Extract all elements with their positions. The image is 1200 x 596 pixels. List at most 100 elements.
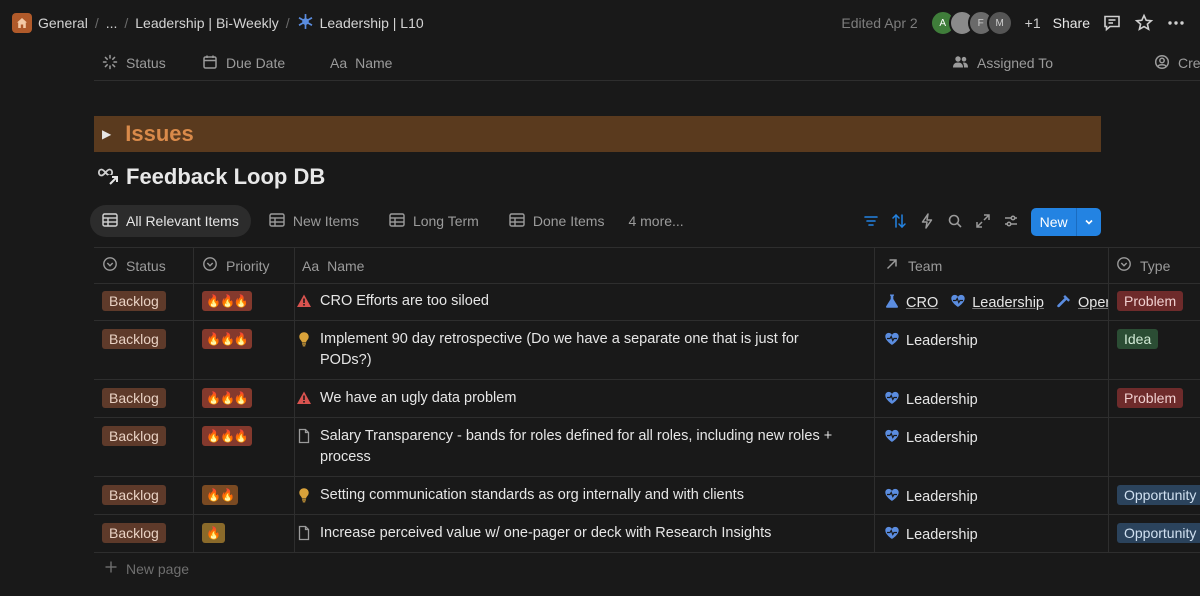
type-badge[interactable]: Opportunity — [1117, 523, 1200, 543]
type-badge[interactable]: Idea — [1117, 329, 1159, 349]
team-link[interactable]: Leadership — [972, 295, 1044, 311]
team-link[interactable]: Leadership — [906, 392, 978, 408]
row-name-text: Setting communication standards as org i… — [320, 487, 744, 503]
tab-all-relevant-items[interactable]: All Relevant Items — [90, 205, 251, 237]
team-link[interactable]: Leadership — [906, 333, 978, 349]
more-options-icon[interactable] — [1166, 13, 1186, 33]
team-link[interactable]: Leadership — [906, 527, 978, 543]
new-button[interactable]: New — [1031, 208, 1101, 236]
filter-icon[interactable] — [862, 212, 880, 233]
breadcrumb-bi-weekly[interactable]: Leadership | Bi-Weekly — [135, 15, 278, 31]
share-button[interactable]: Share — [1053, 15, 1090, 31]
priority-badge[interactable]: 🔥🔥🔥 — [202, 291, 252, 311]
table-row[interactable]: Backlog 🔥🔥 Setting communication standar… — [94, 477, 1200, 515]
prop-assigned-to[interactable]: Assigned To — [952, 46, 1053, 80]
priority-badge[interactable]: 🔥🔥🔥 — [202, 329, 252, 349]
type-badge[interactable]: Opportunity — [1117, 485, 1200, 505]
sort-icon[interactable] — [890, 212, 908, 233]
hammer-icon — [1056, 293, 1072, 313]
prop-due-date[interactable]: Due Date — [202, 46, 285, 80]
toggle-triangle-icon[interactable]: ▶ — [102, 127, 111, 141]
team-cell[interactable]: CRO Leadership Oper — [884, 292, 1108, 313]
team-cell[interactable]: Leadership — [884, 524, 1108, 545]
user-circle-icon — [1154, 54, 1170, 73]
row-name[interactable]: Setting communication standards as org i… — [296, 485, 846, 510]
automation-bolt-icon[interactable] — [918, 212, 936, 233]
table-icon — [389, 212, 405, 230]
team-link[interactable]: Leadership — [906, 430, 978, 446]
tab-new-items[interactable]: New Items — [257, 205, 371, 237]
priority-badge[interactable]: 🔥🔥🔥 — [202, 388, 252, 408]
star-icon[interactable] — [1134, 13, 1154, 33]
tab-done-items[interactable]: Done Items — [497, 205, 617, 237]
team-cell[interactable]: Leadership — [884, 330, 1108, 351]
tab-long-term[interactable]: Long Term — [377, 205, 491, 237]
team-link[interactable]: Oper — [1078, 295, 1108, 311]
status-badge[interactable]: Backlog — [102, 426, 166, 446]
team-link[interactable]: Leadership — [906, 489, 978, 505]
calendar-icon — [202, 54, 218, 73]
column-header-status[interactable]: Status — [102, 248, 166, 283]
row-name[interactable]: Salary Transparency - bands for roles de… — [296, 426, 846, 468]
table-row[interactable]: Backlog 🔥 Increase perceived value w/ on… — [94, 515, 1200, 553]
database-title[interactable]: Feedback Loop DB — [96, 162, 325, 192]
issues-toggle-heading[interactable]: ▶ Issues — [94, 116, 1101, 152]
row-name[interactable]: CRO Efforts are too siloed — [296, 291, 846, 316]
status-badge[interactable]: Backlog — [102, 291, 166, 311]
team-cell[interactable]: Leadership — [884, 427, 1108, 448]
breadcrumb-general[interactable]: General — [12, 13, 88, 33]
row-name[interactable]: Implement 90 day retrospective (Do we ha… — [296, 329, 846, 371]
page-properties-bar: Status Due Date Aa Name Assigned To Cre — [94, 46, 1200, 81]
prop-name[interactable]: Aa Name — [330, 46, 392, 80]
column-header-priority[interactable]: Priority — [202, 248, 270, 283]
status-badge[interactable]: Backlog — [102, 388, 166, 408]
prop-name-label: Name — [355, 55, 393, 71]
comments-icon[interactable] — [1102, 13, 1122, 33]
table-icon — [509, 212, 525, 230]
priority-badge[interactable]: 🔥🔥 — [202, 485, 238, 505]
more-collaborators[interactable]: +1 — [1025, 15, 1041, 31]
heart-pulse-icon — [950, 293, 966, 313]
avatar-group[interactable]: A F M — [929, 10, 1013, 36]
type-badge[interactable]: Problem — [1117, 388, 1184, 408]
table-row[interactable]: Backlog 🔥🔥🔥 We have an ugly data problem… — [94, 380, 1200, 418]
table-row[interactable]: Backlog 🔥🔥🔥 Implement 90 day retrospecti… — [94, 321, 1200, 380]
team-cell[interactable]: Leadership — [884, 486, 1108, 507]
prop-created[interactable]: Cre — [1154, 46, 1200, 80]
expand-icon[interactable] — [974, 212, 992, 233]
select-circle-icon — [102, 256, 118, 275]
home-icon — [12, 13, 32, 33]
row-name-text: Increase perceived value w/ one-pager or… — [320, 525, 772, 541]
row-name[interactable]: Increase perceived value w/ one-pager or… — [296, 523, 846, 548]
status-badge[interactable]: Backlog — [102, 523, 166, 543]
settings-sliders-icon[interactable] — [1002, 212, 1020, 233]
breadcrumb-separator: / — [124, 15, 129, 31]
team-cell[interactable]: Leadership — [884, 389, 1108, 410]
table-row[interactable]: Backlog 🔥🔥🔥 Salary Transparency - bands … — [94, 418, 1200, 477]
avatar[interactable]: M — [986, 10, 1013, 36]
more-views-button[interactable]: 4 more... — [622, 213, 683, 229]
priority-badge[interactable]: 🔥 — [202, 523, 225, 543]
status-badge[interactable]: Backlog — [102, 329, 166, 349]
select-circle-icon — [1116, 256, 1132, 275]
table-row[interactable]: Backlog 🔥🔥🔥 CRO Efforts are too siloed C… — [94, 283, 1200, 321]
warning-icon — [296, 293, 312, 316]
prop-status[interactable]: Status — [102, 46, 166, 80]
new-button-label: New — [1039, 214, 1068, 230]
column-header-type[interactable]: Type — [1116, 248, 1170, 283]
priority-badge[interactable]: 🔥🔥🔥 — [202, 426, 252, 446]
chevron-down-icon[interactable] — [1076, 208, 1101, 236]
new-page-button[interactable]: New page — [104, 560, 189, 577]
status-badge[interactable]: Backlog — [102, 485, 166, 505]
team-link[interactable]: CRO — [906, 295, 938, 311]
column-header-team[interactable]: Team — [884, 248, 942, 283]
search-icon[interactable] — [946, 212, 964, 233]
flask-icon — [884, 293, 900, 313]
row-name-text: CRO Efforts are too siloed — [320, 293, 489, 309]
row-name[interactable]: We have an ugly data problem — [296, 388, 846, 413]
type-badge[interactable]: Problem — [1117, 291, 1184, 311]
column-header-name[interactable]: Aa Name — [302, 248, 364, 283]
breadcrumb-ellipsis[interactable]: ... — [106, 15, 118, 31]
breadcrumb-l10[interactable]: Leadership | L10 — [297, 13, 424, 33]
column-label: Status — [126, 257, 166, 274]
